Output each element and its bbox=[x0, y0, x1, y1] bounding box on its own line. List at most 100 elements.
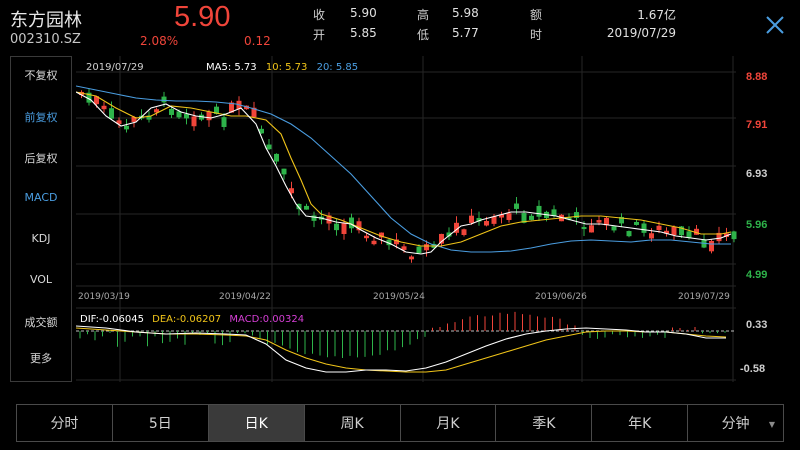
ma10-value: 5.73 bbox=[285, 62, 307, 73]
tab-yearly-k[interactable]: 年K bbox=[592, 405, 689, 441]
stat-label-low: 低 bbox=[417, 28, 430, 42]
date-tick-3: 2019/05/24 bbox=[373, 292, 425, 302]
quote-header: 东方园林 002310.SZ 5.90 2.08% 0.12 收 5.90 开 … bbox=[0, 0, 800, 52]
candle-body bbox=[506, 213, 512, 220]
last-price: 5.90 bbox=[174, 1, 231, 33]
macd-tick-max: 0.33 bbox=[746, 319, 767, 331]
dea-line bbox=[75, 327, 727, 373]
tab-5day[interactable]: 5日 bbox=[113, 405, 209, 441]
ma5-label: MA5: bbox=[206, 62, 231, 73]
stat-label-close: 收 bbox=[313, 8, 326, 22]
tab-weekly-k[interactable]: 周K bbox=[305, 405, 401, 441]
candle-body bbox=[206, 111, 212, 121]
candle-body bbox=[709, 240, 714, 252]
stat-label-time: 时 bbox=[530, 28, 543, 42]
tab-minute[interactable]: 分钟 ▼ bbox=[688, 405, 783, 441]
ma5-value: 5.73 bbox=[234, 62, 256, 73]
price-tick-min: 4.99 bbox=[746, 269, 767, 281]
tab-minute-label: 分钟 bbox=[721, 416, 750, 432]
candle-body bbox=[101, 105, 107, 110]
tab-daily-k[interactable]: 日K bbox=[208, 405, 305, 441]
price-tick-2: 7.91 bbox=[746, 119, 767, 131]
kline-chart[interactable]: 2019/07/29 MA5: 5.73 10: 5.73 20: 5.85 8… bbox=[75, 56, 788, 382]
sidebar-item-backward-adjust[interactable]: 后复权 bbox=[11, 150, 71, 166]
candle-body bbox=[349, 217, 354, 229]
candle-body bbox=[484, 221, 489, 226]
macd-lines bbox=[75, 325, 727, 373]
stat-value-time: 2019/07/29 bbox=[606, 26, 676, 40]
candle-body bbox=[416, 246, 422, 254]
macd-dif: DIF:-0.06045 bbox=[80, 314, 144, 325]
caret-down-icon: ▼ bbox=[768, 420, 775, 429]
candle-body bbox=[191, 116, 197, 127]
candlestick-series bbox=[79, 88, 737, 263]
macd-value: MACD:0.00324 bbox=[229, 314, 304, 325]
candle-body bbox=[409, 256, 414, 260]
sidebar-item-more[interactable]: 更多 bbox=[11, 350, 71, 366]
candle-body bbox=[311, 215, 317, 221]
candle-body bbox=[611, 226, 617, 231]
close-button[interactable] bbox=[760, 10, 790, 40]
sidebar-item-no-adjust[interactable]: 不复权 bbox=[11, 67, 71, 83]
date-tick-1: 2019/03/19 bbox=[78, 292, 130, 302]
stat-value-open: 5.85 bbox=[350, 26, 377, 40]
candle-body bbox=[686, 231, 692, 238]
candle-body bbox=[731, 231, 737, 240]
ma20-value: 5.85 bbox=[336, 62, 358, 73]
stat-value-close: 5.90 bbox=[350, 6, 377, 20]
candle-body bbox=[124, 125, 129, 130]
sidebar-item-vol[interactable]: VOL bbox=[11, 273, 71, 286]
candle-body bbox=[596, 220, 602, 223]
close-icon bbox=[766, 16, 784, 34]
sidebar-item-turnover[interactable]: 成交额 bbox=[11, 314, 71, 330]
candle-body bbox=[274, 153, 279, 162]
change-amount: 0.12 bbox=[244, 34, 271, 48]
stock-code: 002310.SZ bbox=[10, 32, 81, 47]
candle-body bbox=[221, 117, 227, 127]
stat-label-high: 高 bbox=[417, 8, 430, 22]
candle-body bbox=[641, 223, 647, 233]
date-tick-2: 2019/04/22 bbox=[219, 292, 271, 302]
chart-date-label: 2019/07/29 bbox=[86, 62, 144, 73]
ma10-label: 10: bbox=[266, 62, 282, 73]
change-percent: 2.08% bbox=[140, 34, 179, 48]
candle-body bbox=[334, 223, 339, 231]
candle-body bbox=[626, 231, 632, 237]
candle-body bbox=[581, 227, 587, 230]
candle-body bbox=[364, 235, 369, 239]
sidebar-item-forward-adjust[interactable]: 前复权 bbox=[11, 109, 71, 125]
date-tick-4: 2019/06/26 bbox=[535, 292, 587, 302]
price-tick-3: 6.93 bbox=[746, 168, 767, 180]
candle-body bbox=[649, 233, 654, 239]
stat-value-high: 5.98 bbox=[452, 6, 479, 20]
candle-body bbox=[589, 225, 594, 233]
moving-average-lines bbox=[75, 85, 732, 255]
candle-body bbox=[266, 144, 272, 150]
ma20-line bbox=[75, 85, 731, 253]
chart-grid bbox=[76, 56, 736, 382]
sidebar-item-macd[interactable]: MACD bbox=[11, 191, 71, 204]
stat-label-amount: 额 bbox=[530, 8, 543, 22]
macd-dea: DEA:-0.06207 bbox=[152, 314, 221, 325]
macd-tick-min: -0.58 bbox=[740, 363, 765, 375]
tab-quarterly-k[interactable]: 季K bbox=[496, 405, 593, 441]
macd-legend: DIF:-0.06045 DEA:-0.06207 MACD:0.00324 bbox=[80, 314, 304, 325]
candle-body bbox=[671, 226, 677, 236]
ma10-line bbox=[75, 91, 732, 247]
stat-value-low: 5.77 bbox=[452, 26, 479, 40]
candle-body bbox=[371, 240, 377, 245]
sidebar-item-kdj[interactable]: KDJ bbox=[11, 232, 71, 245]
candle-body bbox=[514, 203, 519, 209]
candle-body bbox=[341, 223, 347, 234]
candle-body bbox=[304, 205, 309, 210]
candle-body bbox=[634, 221, 639, 225]
candle-body bbox=[469, 215, 474, 223]
ma-legend: MA5: 5.73 10: 5.73 20: 5.85 bbox=[206, 62, 358, 73]
candle-body bbox=[281, 168, 287, 175]
period-tabs: 分时 5日 日K 周K 月K 季K 年K 分钟 ▼ bbox=[16, 404, 784, 442]
tab-intraday[interactable]: 分时 bbox=[17, 405, 113, 441]
price-tick-max: 8.88 bbox=[746, 71, 767, 83]
tab-monthly-k[interactable]: 月K bbox=[401, 405, 497, 441]
stock-name: 东方园林 bbox=[10, 10, 82, 31]
candle-body bbox=[109, 108, 114, 119]
